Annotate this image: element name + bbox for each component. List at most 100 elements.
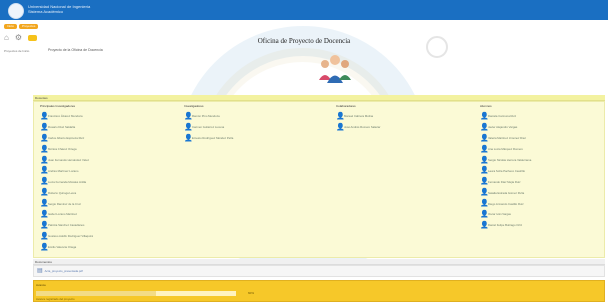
pill-projects[interactable]: Proyectos: [19, 24, 39, 29]
member-item[interactable]: 👤 Diego Armando Castillo Ruiz: [480, 198, 531, 209]
member-item[interactable]: 👤 Isabel Lozano Martínez: [40, 209, 93, 220]
member-name[interactable]: Ernesto Rodríguez Méndez Peña: [192, 136, 233, 140]
member-name[interactable]: Manuel Cabrera Molina: [344, 114, 373, 118]
member-item[interactable]: 👤 Emilio Valencia Ortega: [40, 242, 93, 253]
member-item[interactable]: 👤 Daniela Carmona Ruiz: [480, 111, 531, 122]
member-name[interactable]: Sergio Nicolás Herrera Valderrama: [488, 158, 531, 162]
person-icon: 👤: [40, 145, 49, 153]
member-item[interactable]: 👤 Juan Fernando Hernández Vélez: [40, 155, 93, 166]
column-title: Colaboradores: [336, 104, 356, 108]
person-icon: 👤: [480, 189, 489, 197]
progress-section: Avance 60% Avance registrado del proyect…: [33, 280, 605, 302]
member-name[interactable]: Oscar Iván Vargas: [488, 212, 511, 216]
member-item[interactable]: 👤 Oscar Iván Vargas: [480, 209, 531, 220]
person-icon: 👤: [40, 123, 49, 131]
member-name[interactable]: Juan Fernando Hernández Vélez: [48, 158, 89, 162]
sidebar-label[interactable]: Proyectos de Inicio: [4, 49, 29, 53]
member-item[interactable]: 👤 Roberto Quiroga Leiva: [40, 187, 93, 198]
person-icon: 👤: [480, 178, 489, 186]
member-item[interactable]: 👤 Mónica Chávez Ortega: [40, 144, 93, 155]
documents-box: ▤ Acta_proyecto_presentada.pdf: [33, 265, 605, 277]
member-name[interactable]: Rosario Díaz Saldaña: [48, 125, 75, 129]
person-icon: 👤: [480, 221, 489, 229]
member-list: 👤 Francisco Álvarez Mendoza 👤 Rosario Díaz …: [40, 111, 93, 253]
member-name[interactable]: Andrés Martínez Lozano: [48, 169, 78, 173]
column-alumnos: Alumnos 👤 Daniela Carmona Ruiz 👤 Javier Ale…: [480, 104, 531, 231]
member-name[interactable]: Carlos Alberto Espinoza Ruiz: [48, 136, 84, 140]
member-name[interactable]: Patricia Sánchez Castellanos: [48, 223, 84, 227]
member-name[interactable]: Daniela Carmona Ruiz: [488, 114, 516, 118]
member-name[interactable]: Roberto Quiroga Leiva: [48, 191, 76, 195]
person-icon: 👤: [336, 112, 345, 120]
member-name[interactable]: Carmen Gutiérrez Lucena: [192, 125, 224, 129]
member-item[interactable]: 👤 José Andrés Romero Salazar: [336, 122, 380, 133]
progress-track: [36, 291, 236, 296]
member-item[interactable]: 👤 Manuel Cabrera Molina: [336, 111, 380, 122]
member-name[interactable]: Emilio Valencia Ortega: [48, 245, 76, 249]
member-name[interactable]: Laura Sofía Pacheco Castrillo: [488, 169, 525, 173]
member-item[interactable]: 👤 Lucía Fernanda Morales Ardila: [40, 176, 93, 187]
progress-fill: [36, 291, 156, 296]
member-name[interactable]: Ana Lucía Márquez Romero: [488, 147, 523, 151]
column-title: Investigadores: [184, 104, 204, 108]
member-item[interactable]: 👤 Daniel Felipe Buitrago Ortiz: [480, 220, 531, 231]
member-name[interactable]: Mónica Chávez Ortega: [48, 147, 77, 151]
member-list: 👤 Daniela Carmona Ruiz 👤 Javier Alejandro V…: [480, 111, 531, 231]
member-item[interactable]: 👤 Gustavo Adolfo Rodríguez Villaquirá: [40, 231, 93, 242]
member-name[interactable]: Gustavo Adolfo Rodríguez Villaquirá: [48, 234, 93, 238]
logo-text-line-2: Sistema Académico: [28, 9, 64, 14]
member-item[interactable]: 👤 Javier Alejandro Vargas: [480, 122, 531, 133]
column-investigadores: Investigadores 👤 Ramón Pino Mendoza 👤 Carme…: [184, 104, 233, 144]
member-name[interactable]: Daniel Felipe Buitrago Ortiz: [488, 223, 522, 227]
column-colaboradores: Colaboradores 👤 Manuel Cabrera Molina 👤 Jos…: [336, 104, 380, 133]
person-icon: 👤: [40, 243, 49, 251]
column-principales: Principales Investigadores 👤 Francisco Ál…: [40, 104, 93, 253]
member-item[interactable]: 👤 Sergio Ramírez de la Cruz: [40, 198, 93, 209]
member-name[interactable]: Valeria Martínez Jiménez Díaz: [488, 136, 526, 140]
member-name[interactable]: Fernando Díaz Mejía Ruiz: [488, 180, 521, 184]
member-name[interactable]: Lucía Fernanda Morales Ardila: [48, 180, 86, 184]
member-list: 👤 Ramón Pino Mendoza 👤 Carmen Gutiérrez Luc…: [184, 111, 233, 144]
member-item[interactable]: 👤 Valeria Martínez Jiménez Díaz: [480, 133, 531, 144]
person-icon: 👤: [184, 123, 193, 131]
progress-label: Avance: [36, 283, 46, 287]
progress-subtext: Avance registrado del proyecto: [36, 297, 75, 301]
person-icon: 👤: [40, 232, 49, 240]
member-name[interactable]: Isabel Lozano Martínez: [48, 212, 77, 216]
member-name[interactable]: Ramón Pino Mendoza: [192, 114, 220, 118]
member-name[interactable]: Javier Alejandro Vargas: [488, 125, 517, 129]
member-item[interactable]: 👤 Ana Lucía Márquez Romero: [480, 144, 531, 155]
member-list: 👤 Manuel Cabrera Molina 👤 José Andrés Romer…: [336, 111, 380, 133]
breadcrumb: Proyecto de la Oficina de Docencia: [48, 48, 103, 52]
member-item[interactable]: 👤 Natalia Estrada Gómez Peña: [480, 187, 531, 198]
person-icon: 👤: [40, 210, 49, 218]
member-name[interactable]: Sergio Ramírez de la Cruz: [48, 202, 81, 206]
member-item[interactable]: 👤 Ernesto Rodríguez Méndez Peña: [184, 133, 233, 144]
top-navigation-bar: Universidad Nacional de Ingeniería Siste…: [0, 0, 608, 20]
member-item[interactable]: 👤 Carlos Alberto Espinoza Ruiz: [40, 133, 93, 144]
member-item[interactable]: 👤 Francisco Álvarez Mendoza: [40, 111, 93, 122]
person-icon: 👤: [184, 134, 193, 142]
file-link[interactable]: Acta_proyecto_presentada.pdf: [45, 269, 83, 273]
person-icon: 👤: [480, 167, 489, 175]
member-item[interactable]: 👤 Carmen Gutiérrez Lucena: [184, 122, 233, 133]
participants-panel: Principales Investigadores 👤 Francisco Ál…: [33, 101, 605, 258]
member-name[interactable]: José Andrés Romero Salazar: [344, 125, 380, 129]
file-row[interactable]: ▤ Acta_proyecto_presentada.pdf: [34, 266, 604, 275]
member-item[interactable]: 👤 Andrés Martínez Lozano: [40, 165, 93, 176]
member-item[interactable]: 👤 Fernando Díaz Mejía Ruiz: [480, 176, 531, 187]
member-item[interactable]: 👤 Ramón Pino Mendoza: [184, 111, 233, 122]
member-item[interactable]: 👤 Patricia Sánchez Castellanos: [40, 220, 93, 231]
member-name[interactable]: Diego Armando Castillo Ruiz: [488, 202, 524, 206]
member-item[interactable]: 👤 Laura Sofía Pacheco Castrillo: [480, 165, 531, 176]
member-name[interactable]: Natalia Estrada Gómez Peña: [488, 191, 524, 195]
member-item[interactable]: 👤 Sergio Nicolás Herrera Valderrama: [480, 155, 531, 166]
pill-home[interactable]: Inicio: [4, 24, 18, 29]
team-people-icon: [319, 55, 351, 83]
progress-value: 60%: [248, 291, 255, 295]
member-item[interactable]: 👤 Rosario Díaz Saldaña: [40, 122, 93, 133]
person-icon: 👤: [480, 156, 489, 164]
member-name[interactable]: Francisco Álvarez Mendoza: [48, 114, 83, 118]
file-icon: ▤: [37, 268, 43, 274]
university-logo[interactable]: [8, 3, 24, 19]
